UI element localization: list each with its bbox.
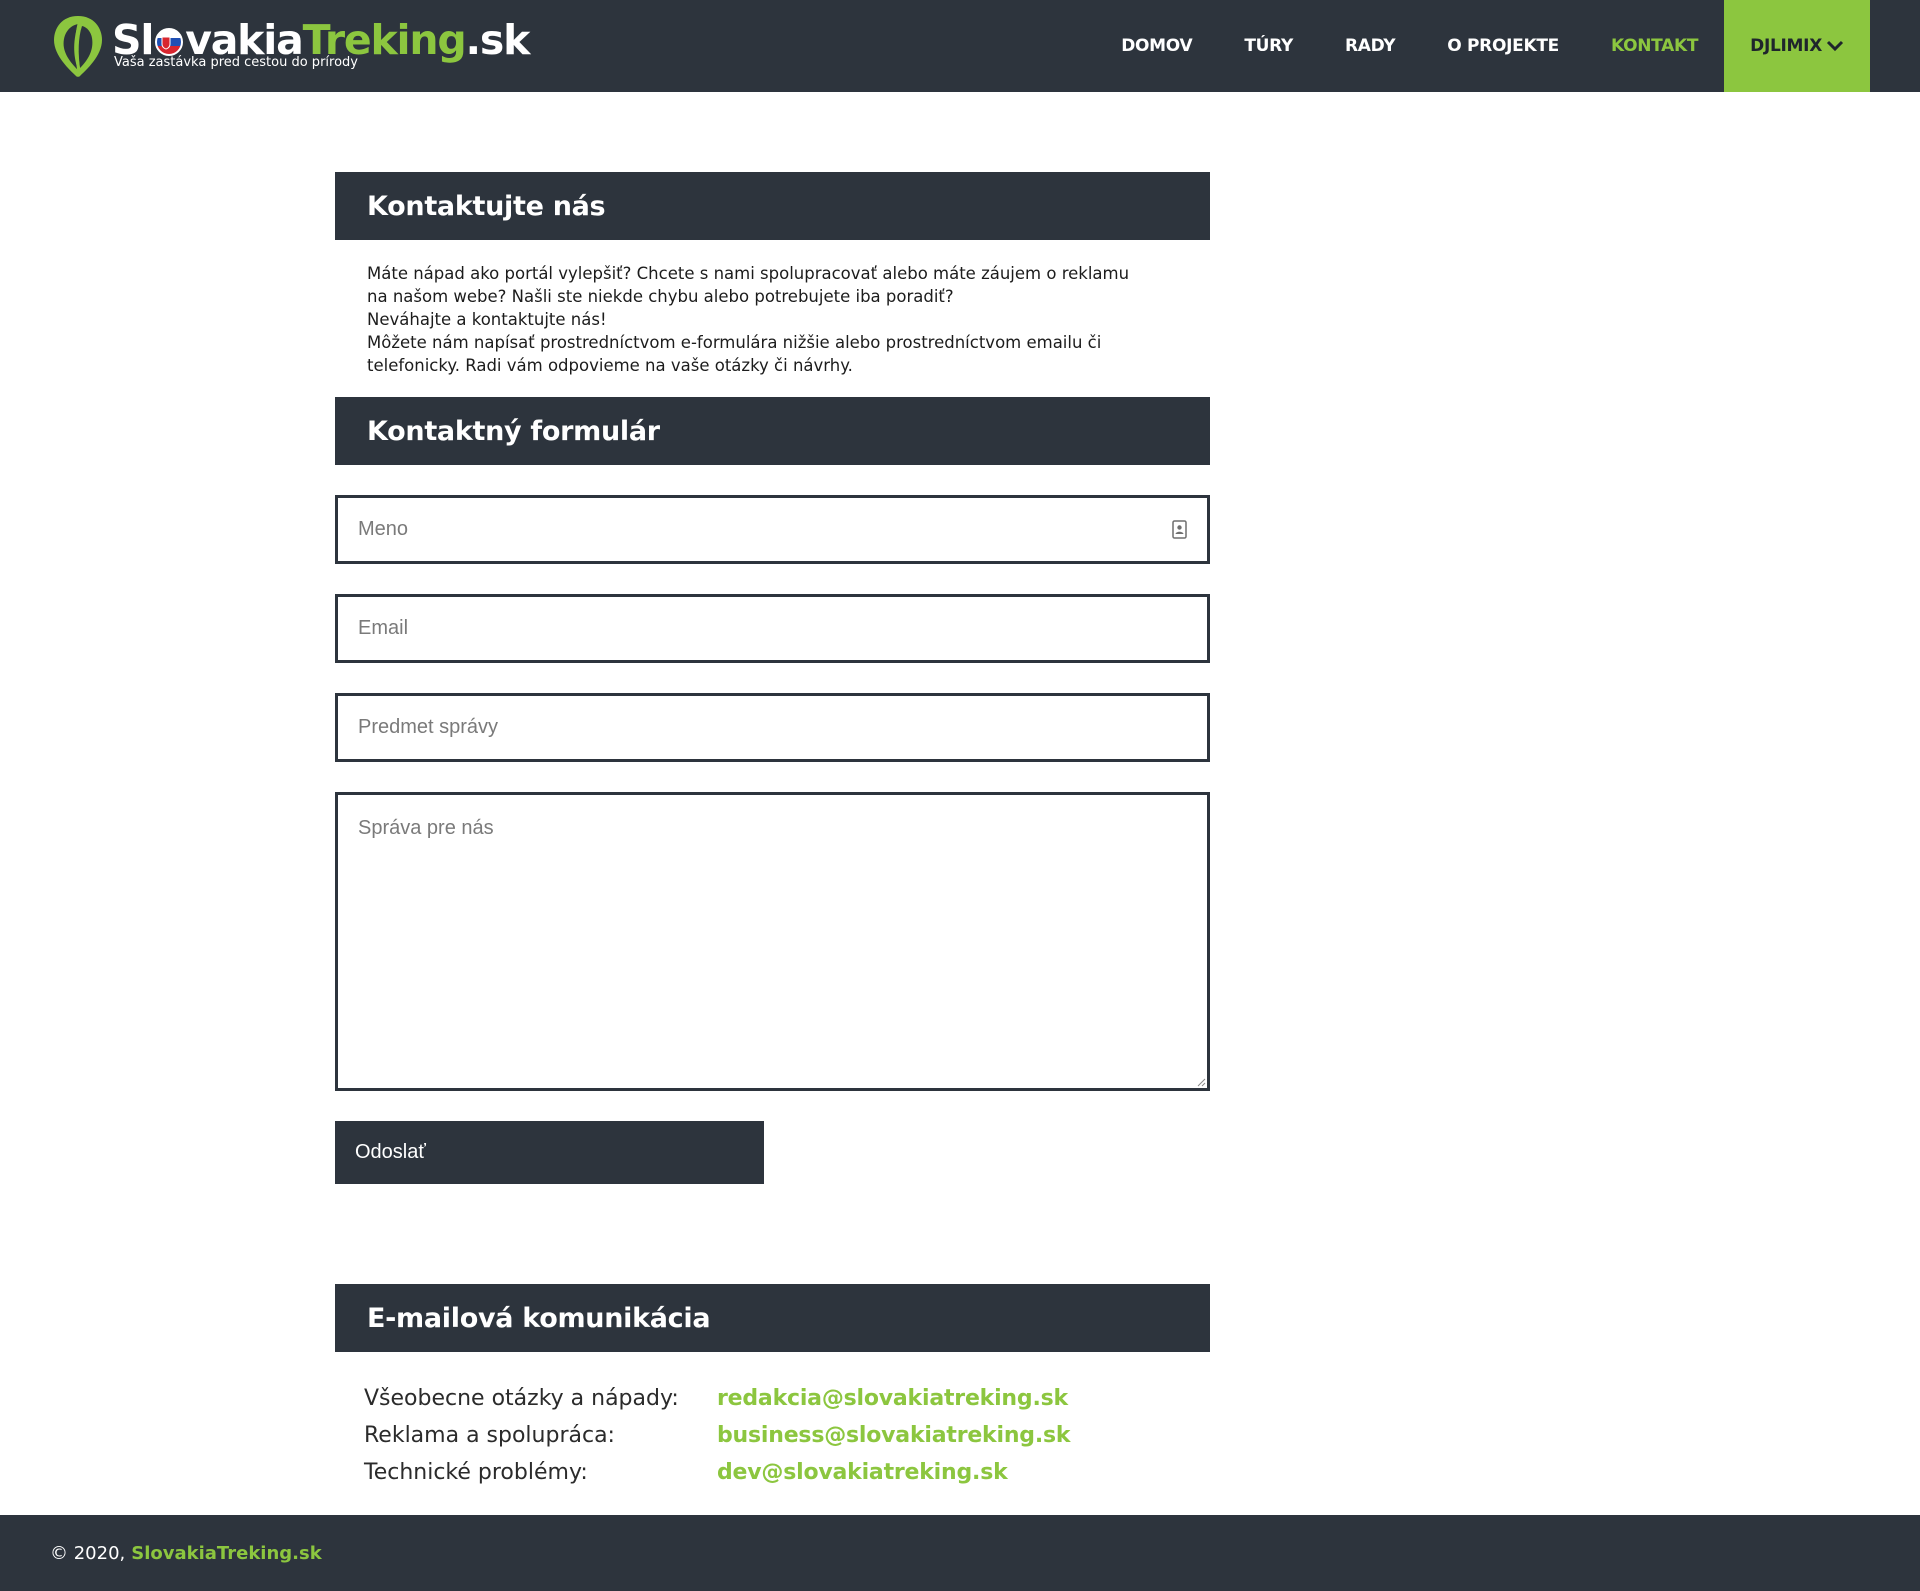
message-textarea[interactable] — [338, 795, 1207, 1088]
intro-paragraph: Neváhajte a kontaktujte nás! — [367, 310, 607, 329]
form-heading: Kontaktný formulár — [335, 397, 1210, 465]
contact-intro: Máte nápad ako portál vylepšiť? Chcete s… — [335, 240, 1175, 397]
nav-item-kontakt[interactable]: KONTAKT — [1585, 0, 1724, 92]
intro-paragraph: Môžete nám napísať prostredníctvom e-for… — [367, 333, 1102, 375]
subject-input[interactable] — [338, 696, 1207, 759]
email-link[interactable]: dev@slovakiatreking.sk — [717, 1460, 1008, 1485]
nav-item-domov[interactable]: DOMOV — [1095, 0, 1218, 92]
email-row-label: Všeobecne otázky a nápady: — [364, 1386, 679, 1411]
main-content: Kontaktujte nás Máte nápad ako portál vy… — [335, 172, 1210, 1491]
email-row-label: Reklama a spolupráca: — [364, 1423, 615, 1448]
site-footer: © 2020, SlovakiaTreking.sk — [0, 1515, 1920, 1591]
brand-tagline: Vaša zastávka pred cestou do prírody — [114, 55, 358, 70]
email-section: E-mailová komunikácia Všeobecne otázky a… — [335, 1284, 1210, 1491]
email-link[interactable]: business@slovakiatreking.sk — [717, 1423, 1071, 1448]
copyright-text: © 2020, — [50, 1542, 126, 1564]
email-heading: E-mailová komunikácia — [335, 1284, 1210, 1352]
email-row: Všeobecne otázky a nápady: redakcia@slov… — [364, 1380, 1210, 1417]
submit-button[interactable]: Odoslať — [335, 1121, 764, 1184]
email-field-wrapper — [335, 594, 1210, 663]
email-input[interactable] — [338, 597, 1207, 660]
slovak-flag-o-icon — [155, 28, 184, 56]
contact-heading: Kontaktujte nás — [335, 172, 1210, 240]
main-nav: DOMOV TÚRY RADY O PROJEKTE KONTAKT DJLIM… — [1095, 0, 1870, 92]
subject-field-wrapper — [335, 693, 1210, 762]
name-input[interactable] — [338, 498, 1207, 561]
site-logo[interactable]: Sl vakiaTreking.sk Vaša zastávka pred ces… — [52, 10, 530, 82]
email-row-label: Technické problémy: — [364, 1460, 588, 1485]
nav-item-o-projekte[interactable]: O PROJEKTE — [1421, 0, 1585, 92]
email-list: Všeobecne otázky a nápady: redakcia@slov… — [335, 1352, 1210, 1491]
user-name: DJLIMIX — [1750, 36, 1822, 56]
contact-card-icon[interactable] — [1172, 520, 1187, 539]
email-link[interactable]: redakcia@slovakiatreking.sk — [717, 1386, 1068, 1411]
name-field-wrapper — [335, 495, 1210, 564]
chevron-down-icon — [1826, 40, 1844, 52]
leaf-pin-icon — [54, 16, 102, 77]
email-row: Technické problémy: dev@slovakiatreking.… — [364, 1454, 1210, 1491]
message-field-wrapper — [335, 792, 1210, 1091]
nav-item-rady[interactable]: RADY — [1319, 0, 1421, 92]
brand-part: .sk — [465, 16, 531, 64]
intro-paragraph: Máte nápad ako portál vylepšiť? Chcete s… — [367, 264, 1130, 306]
contact-form: Odoslať — [335, 495, 1210, 1184]
footer-brand-link[interactable]: SlovakiaTreking.sk — [131, 1543, 321, 1564]
resize-grip-icon[interactable] — [1196, 1077, 1206, 1087]
nav-item-tury[interactable]: TÚRY — [1218, 0, 1319, 92]
site-header: Sl vakiaTreking.sk Vaša zastávka pred ces… — [0, 0, 1920, 92]
email-row: Reklama a spolupráca: business@slovakiat… — [364, 1417, 1210, 1454]
user-menu-button[interactable]: DJLIMIX — [1724, 0, 1870, 92]
